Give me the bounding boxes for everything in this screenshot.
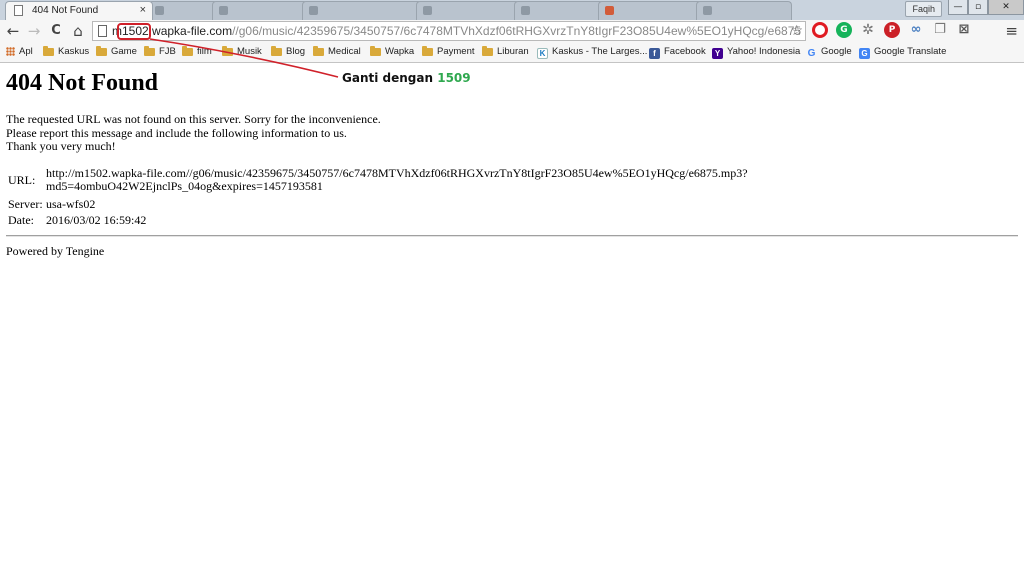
url-text[interactable]: m1502.wapka-file.com//g06/music/42359675… [112,23,801,40]
active-tab[interactable]: 404 Not Found × [5,1,153,20]
no-crop-extension-icon[interactable]: ⊠ [956,22,972,38]
background-tab[interactable] [514,1,604,20]
server-value: usa-wfs02 [46,197,96,211]
error-message-line: Please report this message and include t… [6,125,347,140]
copy-extension-icon[interactable]: ❐ [932,22,948,38]
page-content: 404 Not Found The requested URL was not … [0,63,1024,576]
annotation-number: 1509 [437,71,471,85]
error-message-line: Thank you very much! [6,139,116,153]
powered-by-footer: Powered by Tengine [6,244,105,258]
folder-icon [144,46,155,56]
minimize-button[interactable]: — [948,0,968,15]
background-tab[interactable] [598,1,702,20]
bookmark-folder[interactable]: Game [96,45,137,59]
folder-icon [43,46,54,56]
folder-icon [370,46,381,56]
url-label: URL: [8,173,36,187]
bookmark-apps[interactable]: Apl [6,45,33,59]
server-label: Server: [8,197,43,211]
annotation-highlight-box [117,23,151,40]
folder-icon [182,46,193,56]
pinterest-icon[interactable]: P [884,22,900,38]
tab-favicon-icon [521,6,530,15]
profile-button[interactable]: Faqih [905,1,942,17]
annotation-label: Ganti dengan 1509 [342,71,471,85]
bookmark-folder[interactable]: FJB [144,45,176,59]
bookmark-folder[interactable]: Musik [222,45,262,59]
date-label: Date: [8,213,34,227]
browser-toolbar: ← → C ⌂ m1502.wapka-file.com//g06/music/… [0,20,1024,42]
tab-close-icon[interactable]: × [140,2,146,19]
error-message: The requested URL was not found on this … [6,112,381,154]
reload-button[interactable]: C [46,21,66,41]
window-controls: Faqih — ▫ ✕ [905,0,1024,17]
forward-button[interactable]: → [24,21,44,41]
folder-icon [422,46,433,56]
background-tab[interactable] [302,1,422,20]
folder-icon [482,46,493,56]
folder-icon [271,46,282,56]
tab-favicon-icon [605,6,614,15]
folder-icon [222,46,233,56]
maximize-button[interactable]: ▫ [968,0,988,15]
google-translate-icon: G [859,48,870,59]
link-extension-icon[interactable]: ∞ [908,22,924,38]
bookmark-folder[interactable]: Wapka [370,45,414,59]
page-info-icon[interactable] [98,25,107,37]
browser-window: 404 Not Found × Faqih — ▫ ✕ ← → C ⌂ m150… [0,0,1024,576]
background-tab[interactable] [212,1,308,20]
tab-favicon-icon [703,6,712,15]
bookmark-kaskus[interactable]: K Kaskus - The Larges... [537,45,647,59]
yahoo-icon: Y [712,48,723,59]
bookmark-folder[interactable]: Medical [313,45,361,59]
bookmark-yahoo[interactable]: Y Yahoo! Indonesia [712,45,800,59]
back-button[interactable]: ← [3,21,23,41]
bookmark-folder[interactable]: Kaskus [43,45,89,59]
tab-favicon-icon [155,6,164,15]
active-tab-title: 404 Not Found [32,5,99,16]
tab-strip: 404 Not Found × Faqih — ▫ ✕ [0,0,1024,21]
url-host: wapka-file.com [152,24,233,38]
folder-icon [96,46,107,56]
tab-favicon-icon [219,6,228,15]
gear-extension-icon[interactable]: ✲ [860,22,876,38]
facebook-icon: f [649,48,660,59]
extension-icons: G ✲ P ∞ ❐ ⊠ [812,22,980,40]
annotation-text: Ganti dengan [342,71,434,85]
tab-favicon-icon [309,6,318,15]
error-message-line: The requested URL was not found on this … [6,112,381,126]
page-favicon-icon [14,5,23,16]
address-bar[interactable]: m1502.wapka-file.com//g06/music/42359675… [92,21,806,41]
url-path: //g06/music/42359675/3450757/6c7478MTVhX… [232,24,802,38]
folder-icon [313,46,324,56]
kaskus-icon: K [537,48,548,59]
bookmark-folder[interactable]: Blog [271,45,305,59]
google-icon: G [807,48,816,59]
bookmark-folder[interactable]: film [182,45,212,59]
url-value-continued: md5=4ombuO42W2EjnclPs_04og&expires=14571… [46,179,323,193]
tab-favicon-icon [423,6,432,15]
background-tab[interactable] [696,1,792,20]
apps-grid-icon [6,47,15,56]
grammarly-icon[interactable]: G [836,22,852,38]
menu-icon[interactable]: ≡ [1005,21,1018,41]
close-window-button[interactable]: ✕ [988,0,1024,15]
bookmark-google[interactable]: G Google [806,45,852,59]
bookmark-facebook[interactable]: f Facebook [649,45,706,59]
home-button[interactable]: ⌂ [68,21,88,41]
page-heading: 404 Not Found [6,70,159,96]
bookmark-folder[interactable]: Payment [422,45,475,59]
bookmark-folder[interactable]: Liburan [482,45,529,59]
background-tab[interactable] [148,1,218,20]
bookmark-google-translate[interactable]: G Google Translate [859,45,946,59]
bookmark-star-icon[interactable]: ☆ [790,22,803,40]
opera-icon[interactable] [812,22,828,38]
date-value: 2016/03/02 16:59:42 [46,213,147,227]
horizontal-rule [6,235,1018,237]
bookmarks-bar: Apl Kaskus Game FJB film Musik Blog Medi… [0,42,1024,63]
background-tab[interactable] [416,1,520,20]
